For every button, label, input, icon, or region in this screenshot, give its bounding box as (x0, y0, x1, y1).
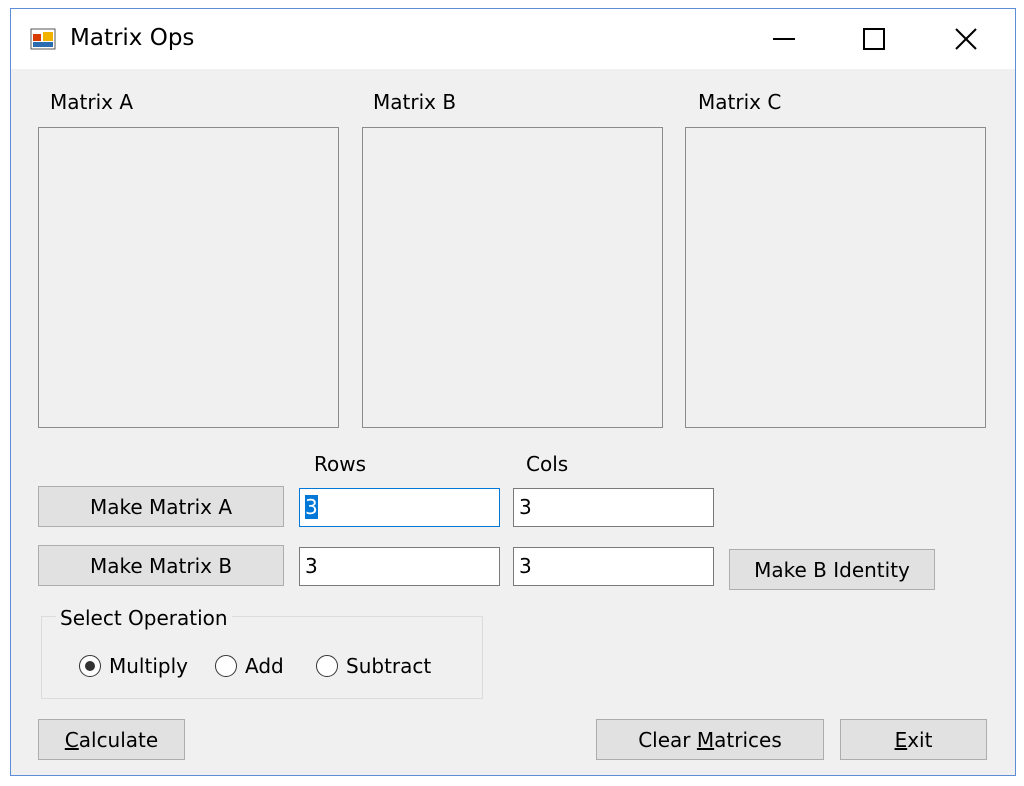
exit-button[interactable]: Exit (840, 719, 987, 760)
matrix-a-cols-value: 3 (519, 495, 532, 519)
title-bar: Matrix Ops (11, 9, 1015, 69)
close-icon (955, 28, 977, 50)
matrix-a-grid[interactable] (38, 127, 339, 428)
matrix-b-rows-input[interactable]: 3 (299, 547, 500, 586)
make-matrix-b-label: Make Matrix B (89, 553, 233, 578)
window-title: Matrix Ops (70, 25, 195, 51)
make-b-identity-button[interactable]: Make B Identity (729, 549, 935, 590)
maximize-icon (863, 28, 885, 50)
radio-multiply[interactable]: Multiply (79, 651, 188, 681)
close-button[interactable] (935, 15, 997, 63)
cols-label: Cols (526, 452, 569, 476)
app-window-icon (30, 28, 56, 50)
matrix-c-grid[interactable] (685, 127, 986, 428)
radio-selected-dot (85, 661, 95, 671)
minimize-icon (773, 38, 795, 40)
matrix-b-rows-value: 3 (305, 554, 318, 578)
matrix-c-label: Matrix C (698, 90, 782, 114)
make-matrix-a-button[interactable]: Make Matrix A (38, 486, 284, 527)
matrix-ops-window: Matrix Ops Matrix A Matrix B Matrix C Ro… (10, 8, 1016, 776)
radio-subtract[interactable]: Subtract (316, 651, 431, 681)
radio-add[interactable]: Add (215, 651, 284, 681)
radio-multiply-label: Multiply (109, 654, 188, 678)
matrix-a-rows-input[interactable]: 3 (299, 488, 500, 527)
radio-multiply-circle[interactable] (79, 655, 101, 677)
make-matrix-b-button[interactable]: Make Matrix B (38, 545, 284, 586)
minimize-button[interactable] (753, 15, 815, 63)
maximize-button[interactable] (843, 15, 905, 63)
clear-matrices-label: Clear Matrices (638, 727, 782, 752)
matrix-a-rows-value: 3 (305, 495, 318, 519)
calculate-label: Calculate (64, 727, 159, 752)
calculate-button[interactable]: Calculate (38, 719, 185, 760)
make-matrix-a-label: Make Matrix A (89, 494, 233, 519)
matrix-b-grid[interactable] (362, 127, 663, 428)
matrix-b-cols-value: 3 (519, 554, 532, 578)
matrix-b-cols-input[interactable]: 3 (513, 547, 714, 586)
clear-matrices-button[interactable]: Clear Matrices (596, 719, 824, 760)
exit-label: Exit (894, 727, 933, 752)
matrix-b-label: Matrix B (373, 90, 457, 114)
matrix-a-cols-input[interactable]: 3 (513, 488, 714, 527)
radio-add-circle[interactable] (215, 655, 237, 677)
rows-label: Rows (314, 452, 367, 476)
radio-subtract-label: Subtract (346, 654, 432, 678)
matrix-a-label: Matrix A (50, 90, 134, 114)
radio-add-label: Add (245, 654, 284, 678)
make-b-identity-label: Make B Identity (754, 557, 910, 582)
radio-subtract-circle[interactable] (316, 655, 338, 677)
operation-legend: Select Operation (56, 605, 232, 631)
